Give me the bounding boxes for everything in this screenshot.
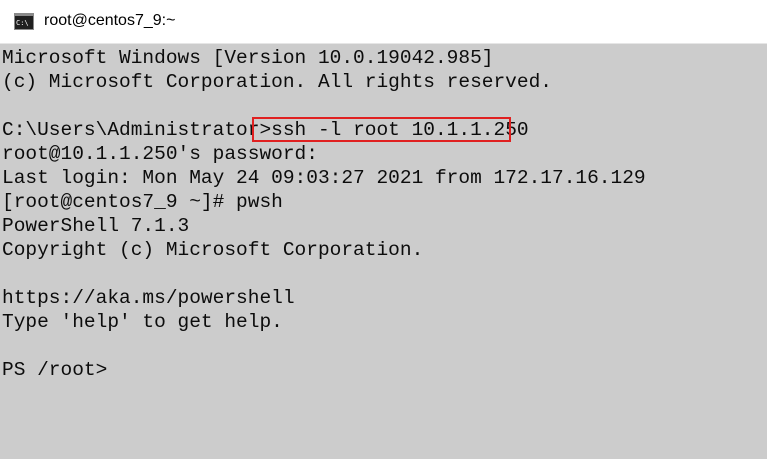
console-line: Type 'help' to get help. <box>2 311 283 333</box>
console-line-prompt: C:\Users\Administrator>ssh -l root 10.1.… <box>2 118 529 142</box>
console-line: https://aka.ms/powershell <box>2 287 295 309</box>
console-line: [root@centos7_9 ~]# pwsh <box>2 191 283 213</box>
window-title: root@centos7_9:~ <box>44 12 176 29</box>
console-line: Last login: Mon May 24 09:03:27 2021 fro… <box>2 167 646 189</box>
ssh-command: ssh -l root 10.1.1.250 <box>271 119 529 141</box>
console-line: PowerShell 7.1.3 <box>2 215 190 237</box>
prompt-text: C:\Users\Administrator> <box>2 119 272 141</box>
console-line: root@10.1.1.250's password: <box>2 143 318 165</box>
console-line: Microsoft Windows [Version 10.0.19042.98… <box>2 47 494 69</box>
console-line: (c) Microsoft Corporation. All rights re… <box>2 71 552 93</box>
console-line: Copyright (c) Microsoft Corporation. <box>2 239 424 261</box>
console-line-ps-prompt: PS /root> <box>2 359 108 381</box>
title-bar[interactable]: C:\ root@centos7_9:~ <box>0 0 767 44</box>
cmd-icon[interactable]: C:\ <box>14 13 34 30</box>
console-output[interactable]: Microsoft Windows [Version 10.0.19042.98… <box>0 44 767 459</box>
terminal-window: C:\ root@centos7_9:~ Microsoft Windows [… <box>0 0 767 459</box>
svg-text:C:\: C:\ <box>16 19 29 27</box>
